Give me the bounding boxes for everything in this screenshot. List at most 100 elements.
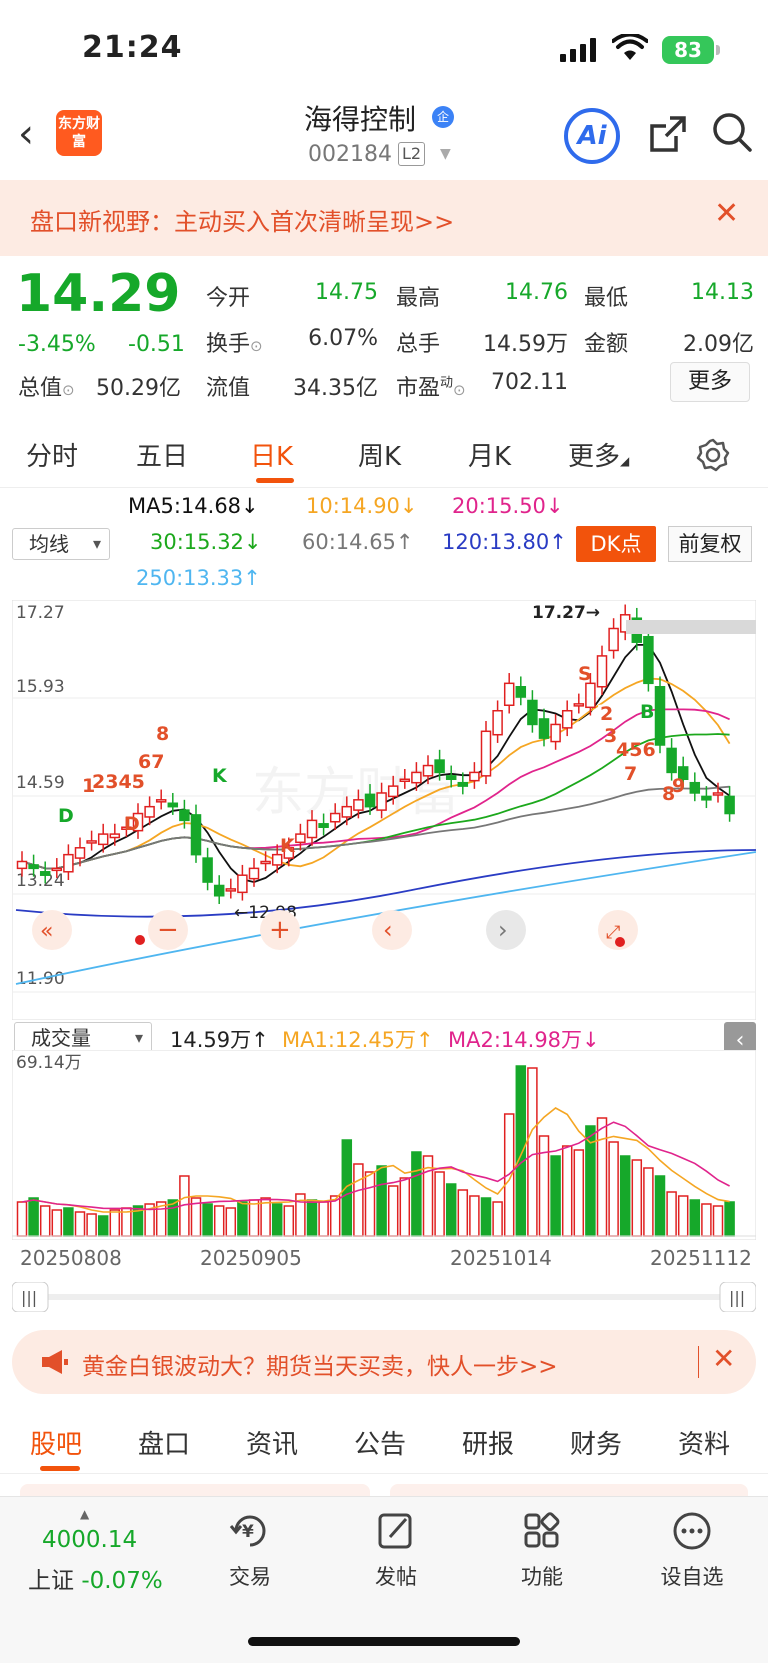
candle-body xyxy=(167,802,179,808)
candle-body xyxy=(422,764,434,777)
low-label: 最低 xyxy=(584,286,629,311)
functions-label: 功能 xyxy=(521,1565,563,1589)
quote-panel: 14.29 -3.45% -0.51 总值⊙ 50.29亿 今开 14.75 最… xyxy=(0,256,768,406)
float-value: 34.35亿 xyxy=(293,376,378,401)
volume-bar xyxy=(248,1199,260,1237)
ma30-value: 30:15.32↓ xyxy=(150,530,262,554)
volume-value: 14.59万 xyxy=(483,332,568,357)
tab-research[interactable]: 研报 xyxy=(462,1424,514,1461)
turnover-value: 6.07% xyxy=(308,326,378,351)
indicator-selector[interactable]: 均线 xyxy=(12,528,110,560)
open-value: 14.75 xyxy=(315,280,378,305)
volume-bar xyxy=(538,1135,550,1237)
share-icon[interactable] xyxy=(646,112,690,156)
volume-chart[interactable]: 69.14万 xyxy=(12,1050,756,1240)
tab-order-book[interactable]: 盘口 xyxy=(138,1424,190,1461)
tab-intraday[interactable]: 分时 xyxy=(26,436,78,473)
volume-bar xyxy=(167,1199,179,1237)
candle-body xyxy=(86,840,97,844)
divider xyxy=(698,1346,699,1378)
volume-bar xyxy=(411,1151,422,1237)
signal-marker: 8 xyxy=(156,723,169,745)
ma-legend: MA5:14.68↓ 10:14.90↓ 20:15.50↓ 均线 30:15.… xyxy=(0,490,768,600)
svg-text:›: › xyxy=(498,916,508,944)
candle-body xyxy=(654,686,666,746)
volume-bar xyxy=(213,1205,225,1237)
tab-weekly-k[interactable]: 周K xyxy=(358,436,401,473)
index-value[interactable]: 4000.14 xyxy=(42,1527,137,1553)
period-tabs: 分时 五日 日K 周K 月K 更多◢ xyxy=(0,418,768,488)
dk-point-button[interactable]: DK点 xyxy=(576,526,656,562)
volume-bar xyxy=(86,1213,97,1237)
post-button[interactable]: 发帖 xyxy=(336,1511,456,1591)
stock-name[interactable]: 海得控制 xyxy=(304,98,416,138)
ma10-value: 10:14.90↓ xyxy=(306,494,418,518)
volume-bar xyxy=(701,1203,712,1237)
volume-bar xyxy=(457,1189,469,1237)
content-peek xyxy=(20,1478,748,1498)
promo-banner[interactable]: 盘口新视野：主动买入首次清晰呈现>> ✕ xyxy=(0,180,768,256)
volume-bar xyxy=(364,1171,376,1237)
index-name[interactable]: 上证 -0.07% xyxy=(28,1561,163,1595)
functions-button[interactable]: 功能 xyxy=(482,1511,602,1591)
candle-body xyxy=(480,730,492,777)
ad-banner[interactable]: 黄金白银波动大？期货当天买卖，快人一步>> ✕ xyxy=(12,1330,756,1394)
tab-daily-k[interactable]: 日K xyxy=(250,436,293,473)
volume-bar xyxy=(480,1197,492,1237)
candle-body xyxy=(712,792,724,796)
add-watchlist-button[interactable]: 设自选 xyxy=(632,1511,752,1591)
more-quote-button[interactable]: 更多 xyxy=(670,362,750,402)
range-scrollbar[interactable]: ||| ||| xyxy=(12,1282,756,1312)
candle-body xyxy=(515,686,527,698)
close-icon[interactable]: ✕ xyxy=(712,1342,735,1375)
tab-forum[interactable]: 股吧 xyxy=(30,1424,82,1461)
candle-body xyxy=(202,857,213,883)
ad-text[interactable]: 黄金白银波动大？期货当天买卖，快人一步>> xyxy=(82,1347,558,1381)
trade-button[interactable]: ¥ 交易 xyxy=(190,1511,310,1591)
back-chevron-icon[interactable]: ‹ xyxy=(18,114,34,154)
svg-text:‹: ‹ xyxy=(383,916,393,944)
volume-bar xyxy=(74,1211,86,1237)
dropdown-caret-icon[interactable]: ▼ xyxy=(440,146,451,162)
tab-five-day[interactable]: 五日 xyxy=(136,436,188,473)
candle-body xyxy=(585,682,596,709)
volume-bar xyxy=(271,1203,283,1237)
signal-marker: 2 xyxy=(600,703,613,725)
trade-label: 交易 xyxy=(229,1565,271,1589)
ma120-value: 120:13.80↑ xyxy=(442,530,567,554)
date-axis: 20250808 20250905 20251014 20251112 xyxy=(0,1246,768,1276)
tab-financials[interactable]: 财务 xyxy=(570,1424,622,1461)
volume-bar xyxy=(654,1175,666,1237)
promo-text[interactable]: 盘口新视野：主动买入首次清晰呈现>> xyxy=(30,202,454,237)
candle-body xyxy=(399,778,411,783)
volume-bar xyxy=(492,1201,503,1237)
level2-badge: L2 xyxy=(398,142,426,166)
tab-news[interactable]: 资讯 xyxy=(246,1424,298,1461)
svg-text:+: + xyxy=(269,915,291,945)
signal-marker: 456 xyxy=(616,739,656,761)
battery-icon: 83 xyxy=(662,36,720,64)
tab-more[interactable]: 更多◢ xyxy=(568,436,629,473)
total-value: 50.29亿 xyxy=(96,376,181,401)
volume-bar xyxy=(712,1205,724,1237)
volume-bar xyxy=(561,1145,573,1237)
gear-icon[interactable] xyxy=(696,438,730,472)
close-icon[interactable]: ✕ xyxy=(714,196,739,231)
signal-marker: 2345 xyxy=(92,771,145,793)
kline-chart[interactable]: 东方财富 17.2715.9314.5913.2411.90 17.27→ ← 1… xyxy=(12,600,756,1020)
candle-body xyxy=(643,635,654,685)
caret-up-icon: ▲ xyxy=(80,1507,90,1521)
tab-monthly-k[interactable]: 月K xyxy=(468,436,511,473)
candle-body xyxy=(144,805,155,818)
tab-announcements[interactable]: 公告 xyxy=(354,1424,406,1461)
search-icon[interactable] xyxy=(710,110,754,154)
ma250-value: 250:13.33↑ xyxy=(136,566,261,590)
pe-label: 市盈动⊙ xyxy=(396,375,466,401)
candle-body xyxy=(573,703,585,707)
signal-marker: K xyxy=(212,765,228,787)
tab-profile[interactable]: 资料 xyxy=(678,1424,730,1461)
forward-adjust-button[interactable]: 前复权 xyxy=(668,526,752,562)
app-logo: 东方财富 xyxy=(56,110,102,156)
ai-assistant-button[interactable]: Ai xyxy=(564,108,620,164)
candle-body xyxy=(318,823,329,828)
